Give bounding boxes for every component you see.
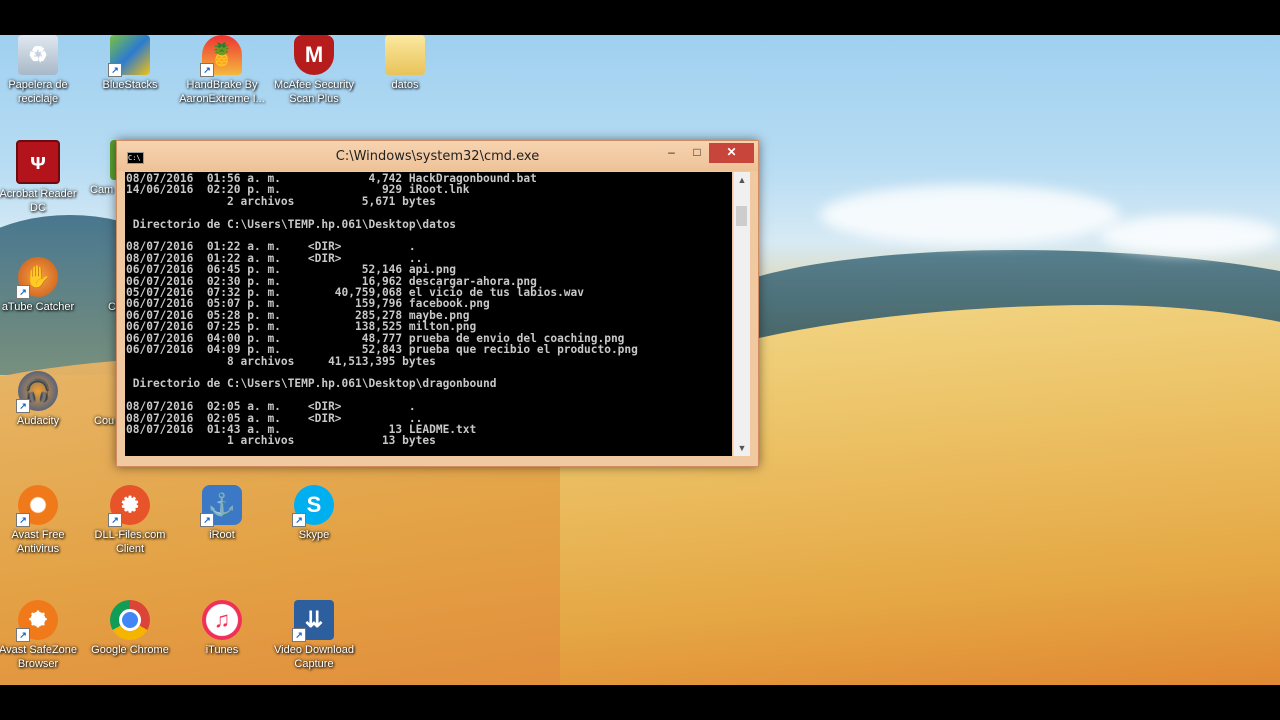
console-line: 2 archivos 5,671 bytes xyxy=(227,194,436,208)
desktop-icon-skype[interactable]: S ↗ Skype xyxy=(268,485,360,542)
console-text: 08/07/2016 01:56 a. m. 4,742 HackDragonb… xyxy=(125,172,732,447)
icon-label: Avast SafeZone Browser xyxy=(0,644,78,670)
console-line: 1 archivos 13 bytes xyxy=(227,434,436,448)
desktop-icon-audacity[interactable]: 🎧 ↗ Audacity xyxy=(0,371,84,428)
icon-label: BlueStacks xyxy=(102,79,158,91)
desktop-icon-itunes[interactable]: ♫ iTunes xyxy=(176,600,268,657)
mcafee-shield-icon: M xyxy=(294,35,334,75)
icon-label: datos xyxy=(391,79,419,91)
folder-icon xyxy=(385,35,425,75)
icon-label: HandBrake By AaronExtreme I... xyxy=(179,79,265,105)
atube-catcher-icon: ✋ ↗ xyxy=(16,257,58,299)
desktop-icon-mcafee[interactable]: M McAfee Security Scan Plus xyxy=(268,35,360,106)
vertical-scrollbar[interactable]: ▲ ▼ xyxy=(733,172,750,456)
recycle-bin-icon: ♻ xyxy=(18,35,58,75)
desktop-icon-handbrake[interactable]: 🍍 ↗ HandBrake By AaronExtreme I... xyxy=(176,35,268,106)
icon-label: iRoot xyxy=(209,529,235,541)
console-line: 8 archivos 41,513,395 bytes xyxy=(227,354,436,368)
background-cloud xyxy=(1100,215,1280,255)
icon-label: Skype xyxy=(298,529,330,541)
minimize-button[interactable]: – xyxy=(659,143,684,163)
icon-label: DLL-Files.com Client xyxy=(94,529,166,555)
icon-label: Audacity xyxy=(16,415,60,427)
console-line: Directorio de C:\Users\TEMP.hp.061\Deskt… xyxy=(132,217,457,231)
icon-label: iTunes xyxy=(205,644,239,656)
icon-label: McAfee Security Scan Plus xyxy=(273,79,355,105)
skype-icon: S ↗ xyxy=(292,485,334,527)
cmd-window[interactable]: C:\ C:\Windows\system32\cmd.exe – □ ✕ 08… xyxy=(116,140,759,467)
background-cloud xyxy=(820,185,1120,245)
desktop-icon-acrobat-reader[interactable]: ᴪ Acrobat Reader DC xyxy=(0,140,84,215)
avast-icon: ↗ xyxy=(16,485,58,527)
scroll-up-arrow-icon[interactable]: ▲ xyxy=(734,172,750,188)
anchor-icon: ⚓ ↗ xyxy=(200,485,242,527)
itunes-icon: ♫ xyxy=(202,600,242,640)
letterbox-top xyxy=(0,0,1280,35)
close-button[interactable]: ✕ xyxy=(709,143,754,163)
desktop-icon-avast-free[interactable]: ↗ Avast Free Antivirus xyxy=(0,485,84,556)
icon-label: Video Download Capture xyxy=(274,644,354,670)
desktop-icon-google-chrome[interactable]: Google Chrome xyxy=(84,600,176,657)
desktop-icon-avast-safezone[interactable]: ☸ ↗ Avast SafeZone Browser xyxy=(0,600,84,671)
handbrake-icon: 🍍 ↗ xyxy=(200,35,242,77)
scroll-thumb[interactable] xyxy=(736,206,747,226)
desktop[interactable]: ♻ Papelera de reciclaje ᴪ Acrobat Reader… xyxy=(0,35,1280,685)
desktop-icon-video-download-capture[interactable]: ⇊ ↗ Video Download Capture xyxy=(268,600,360,671)
scroll-down-arrow-icon[interactable]: ▼ xyxy=(734,440,750,456)
audacity-icon: 🎧 ↗ xyxy=(16,371,58,413)
maximize-button[interactable]: □ xyxy=(684,143,710,163)
desktop-icon-atube-catcher[interactable]: ✋ ↗ aTube Catcher xyxy=(0,257,84,314)
bluestacks-icon: ↗ xyxy=(108,35,150,77)
icon-label: Avast Free Antivirus xyxy=(11,529,65,555)
letterbox-bottom xyxy=(0,685,1280,720)
chrome-icon xyxy=(110,600,150,640)
desktop-icon-dll-files[interactable]: ⚙ ↗ DLL-Files.com Client xyxy=(84,485,176,556)
acrobat-icon: ᴪ xyxy=(16,140,60,184)
safezone-icon: ☸ ↗ xyxy=(16,600,58,642)
icon-label: Google Chrome xyxy=(91,644,169,656)
desktop-icon-iroot[interactable]: ⚓ ↗ iRoot xyxy=(176,485,268,542)
desktop-icon-datos-folder[interactable]: datos xyxy=(359,35,451,92)
title-bar[interactable]: C:\ C:\Windows\system32\cmd.exe – □ ✕ xyxy=(117,141,758,171)
icon-label: Acrobat Reader DC xyxy=(0,188,77,214)
icon-label: aTube Catcher xyxy=(1,301,75,313)
console-line: Directorio de C:\Users\TEMP.hp.061\Deskt… xyxy=(132,377,497,391)
desktop-icon-recycle-bin[interactable]: ♻ Papelera de reciclaje xyxy=(0,35,84,106)
console-output[interactable]: 08/07/2016 01:56 a. m. 4,742 HackDragonb… xyxy=(125,172,732,456)
video-capture-icon: ⇊ ↗ xyxy=(292,600,334,642)
desktop-icon-bluestacks[interactable]: ↗ BlueStacks xyxy=(84,35,176,92)
icon-label: Papelera de reciclaje xyxy=(8,79,68,105)
dll-files-icon: ⚙ ↗ xyxy=(108,485,150,527)
